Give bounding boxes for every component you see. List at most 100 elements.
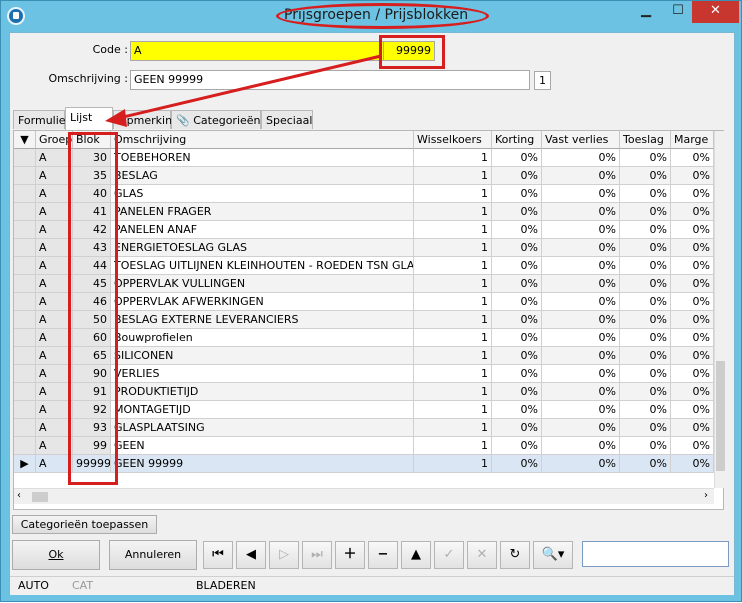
cell-omschrijving[interactable]: GEEN 99999 [111, 455, 414, 473]
cell-toeslag[interactable]: 0% [620, 383, 671, 401]
cell-toeslag[interactable]: 0% [620, 455, 671, 473]
row-indicator[interactable] [14, 185, 36, 203]
cell-omschrijving[interactable]: ENERGIETOESLAG GLAS [111, 239, 414, 257]
cell-wisselkoers[interactable]: 1 [414, 383, 492, 401]
cell-omschrijving[interactable]: TOEBEHOREN [111, 149, 414, 167]
cell-korting[interactable]: 0% [492, 257, 542, 275]
cell-wisselkoers[interactable]: 1 [414, 401, 492, 419]
col-header-korting[interactable]: Korting [492, 131, 542, 149]
cell-toeslag[interactable]: 0% [620, 347, 671, 365]
cell-toeslag[interactable]: 0% [620, 437, 671, 455]
cell-marge[interactable]: 0% [671, 203, 714, 221]
cell-marge[interactable]: 0% [671, 149, 714, 167]
cell-omschrijving[interactable]: GEEN [111, 437, 414, 455]
cell-wisselkoers[interactable]: 1 [414, 221, 492, 239]
cell-marge[interactable]: 0% [671, 329, 714, 347]
cell-korting[interactable]: 0% [492, 167, 542, 185]
cell-toeslag[interactable]: 0% [620, 329, 671, 347]
cell-toeslag[interactable]: 0% [620, 257, 671, 275]
cell-wisselkoers[interactable]: 1 [414, 455, 492, 473]
cell-vast-verlies[interactable]: 0% [542, 257, 620, 275]
cell-marge[interactable]: 0% [671, 455, 714, 473]
table-row[interactable]: A 42 PANELEN ANAF 1 0% 0% 0% 0% [14, 221, 714, 239]
cell-toeslag[interactable]: 0% [620, 239, 671, 257]
cell-vast-verlies[interactable]: 0% [542, 185, 620, 203]
cell-wisselkoers[interactable]: 1 [414, 167, 492, 185]
cell-toeslag[interactable]: 0% [620, 149, 671, 167]
vertical-scrollbar[interactable] [714, 131, 725, 488]
row-indicator[interactable] [14, 293, 36, 311]
title-bar[interactable]: Prijsgroepen / Prijsblokken ▁ ☐ ✕ [1, 1, 741, 31]
tab-formulier[interactable]: Formulier [13, 110, 70, 129]
scroll-left-icon[interactable]: ‹ [17, 490, 21, 501]
search-icon[interactable]: 🔍▾ [533, 541, 573, 569]
tab-opmerking[interactable]: Opmerking [113, 110, 179, 129]
scroll-right-icon[interactable]: › [704, 490, 708, 501]
cell-wisselkoers[interactable]: 1 [414, 239, 492, 257]
table-row[interactable]: A 41 PANELEN FRAGER 1 0% 0% 0% 0% [14, 203, 714, 221]
cell-toeslag[interactable]: 0% [620, 203, 671, 221]
row-indicator[interactable] [14, 149, 36, 167]
cell-wisselkoers[interactable]: 1 [414, 419, 492, 437]
table-row[interactable]: A 43 ENERGIETOESLAG GLAS 1 0% 0% 0% 0% [14, 239, 714, 257]
col-header-omschrijving[interactable]: Omschrijving [111, 131, 414, 149]
table-row[interactable]: A 90 VERLIES 1 0% 0% 0% 0% [14, 365, 714, 383]
prev-record-icon[interactable]: ◀ [236, 541, 266, 569]
table-row[interactable]: A 60 Bouwprofielen 1 0% 0% 0% 0% [14, 329, 714, 347]
row-indicator[interactable] [14, 257, 36, 275]
row-indicator[interactable] [14, 203, 36, 221]
cell-marge[interactable]: 0% [671, 401, 714, 419]
first-record-icon[interactable]: ⏮ [203, 541, 233, 569]
cell-omschrijving[interactable]: OPPERVLAK AFWERKINGEN [111, 293, 414, 311]
cell-vast-verlies[interactable]: 0% [542, 275, 620, 293]
cell-marge[interactable]: 0% [671, 311, 714, 329]
cell-vast-verlies[interactable]: 0% [542, 221, 620, 239]
cell-korting[interactable]: 0% [492, 293, 542, 311]
cell-marge[interactable]: 0% [671, 239, 714, 257]
cell-marge[interactable]: 0% [671, 293, 714, 311]
cell-korting[interactable]: 0% [492, 347, 542, 365]
table-row[interactable]: A 91 PRODUKTIETIJD 1 0% 0% 0% 0% [14, 383, 714, 401]
row-indicator[interactable] [14, 275, 36, 293]
row-indicator[interactable] [14, 365, 36, 383]
next-record-icon[interactable]: ▷ [269, 541, 299, 569]
cell-marge[interactable]: 0% [671, 185, 714, 203]
cell-vast-verlies[interactable]: 0% [542, 167, 620, 185]
cell-korting[interactable]: 0% [492, 401, 542, 419]
cell-marge[interactable]: 0% [671, 365, 714, 383]
cell-korting[interactable]: 0% [492, 203, 542, 221]
annuleren-button[interactable]: Annuleren [109, 540, 197, 570]
cell-korting[interactable]: 0% [492, 185, 542, 203]
maximize-icon[interactable]: ☐ [663, 1, 693, 23]
cell-wisselkoers[interactable]: 1 [414, 293, 492, 311]
cell-wisselkoers[interactable]: 1 [414, 203, 492, 221]
cell-korting[interactable]: 0% [492, 383, 542, 401]
edit-icon[interactable]: ▲ [401, 541, 431, 569]
cell-omschrijving[interactable]: PRODUKTIETIJD [111, 383, 414, 401]
table-row[interactable]: ▶ A 99999 GEEN 99999 1 0% 0% 0% 0% [14, 455, 714, 473]
close-icon[interactable]: ✕ [692, 1, 739, 23]
omschrijving-field[interactable]: GEEN 99999 [130, 70, 530, 90]
cell-vast-verlies[interactable]: 0% [542, 149, 620, 167]
refresh-icon[interactable]: ↻ [500, 541, 530, 569]
cell-omschrijving[interactable]: BESLAG [111, 167, 414, 185]
vertical-scroll-thumb[interactable] [716, 361, 725, 471]
cell-omschrijving[interactable]: PANELEN FRAGER [111, 203, 414, 221]
table-row[interactable]: A 99 GEEN 1 0% 0% 0% 0% [14, 437, 714, 455]
cell-wisselkoers[interactable]: 1 [414, 365, 492, 383]
cell-toeslag[interactable]: 0% [620, 419, 671, 437]
horizontal-scroll-thumb[interactable] [32, 492, 48, 502]
cell-toeslag[interactable]: 0% [620, 293, 671, 311]
cell-omschrijving[interactable]: SILICONEN [111, 347, 414, 365]
cell-korting[interactable]: 0% [492, 275, 542, 293]
minimize-icon[interactable]: ▁ [631, 1, 661, 23]
row-indicator[interactable] [14, 383, 36, 401]
cell-wisselkoers[interactable]: 1 [414, 185, 492, 203]
cell-omschrijving[interactable]: GLAS [111, 185, 414, 203]
cell-omschrijving[interactable]: VERLIES [111, 365, 414, 383]
cell-toeslag[interactable]: 0% [620, 365, 671, 383]
cell-marge[interactable]: 0% [671, 221, 714, 239]
cell-vast-verlies[interactable]: 0% [542, 401, 620, 419]
cell-marge[interactable]: 0% [671, 347, 714, 365]
row-indicator[interactable] [14, 167, 36, 185]
